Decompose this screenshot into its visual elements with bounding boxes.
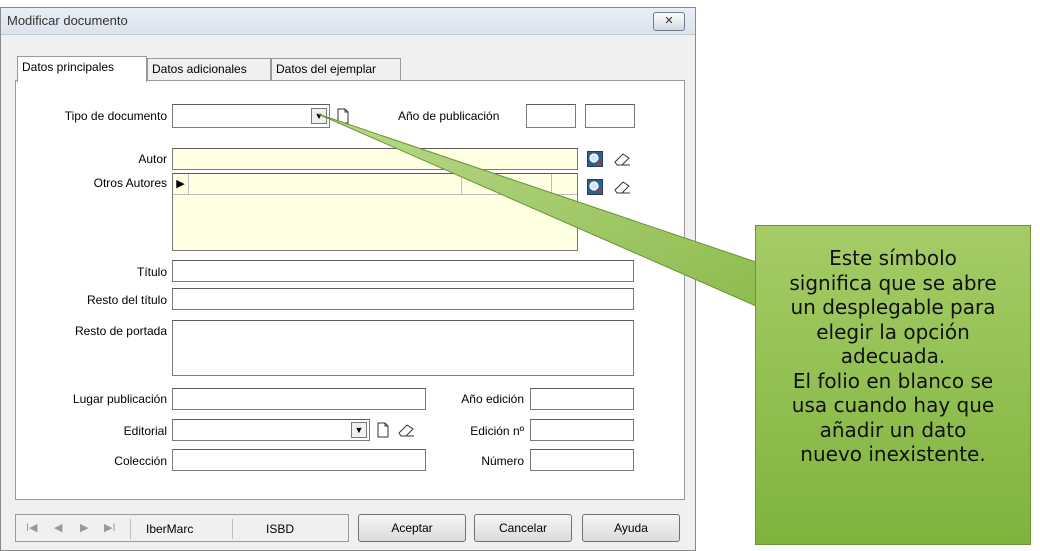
editorial-select[interactable]: ▼ [172, 419, 370, 441]
anio-publicacion-field-2[interactable] [585, 104, 635, 128]
coleccion-label: Colección [114, 454, 167, 468]
prev-record-icon[interactable]: ◀ [54, 521, 62, 534]
titulo-label: Título [136, 265, 167, 279]
title-bar: Modificar documento ✕ [1, 8, 695, 35]
last-record-icon[interactable]: ▶I [104, 521, 116, 534]
new-document-icon[interactable] [375, 420, 391, 440]
callout-line: un desplegable para [790, 295, 996, 319]
callout-text: Este símbolo significa que se abre un de… [756, 246, 1030, 467]
grid-column-divider [461, 174, 462, 195]
window-title: Modificar documento [7, 13, 128, 28]
otros-autores-label: Otros Autores [93, 176, 167, 190]
tab-datos-del-ejemplar[interactable]: Datos del ejemplar [271, 58, 401, 80]
new-document-icon[interactable] [335, 107, 351, 125]
autor-label: Autor [138, 152, 167, 166]
edicion-no-label: Edición nº [470, 424, 524, 438]
callout-box: Este símbolo significa que se abre un de… [755, 225, 1031, 545]
callout-line: añadir un dato [819, 417, 967, 442]
autor-field[interactable] [172, 148, 578, 170]
callout-line: El folio en blanco se [792, 368, 994, 393]
divider [232, 519, 233, 539]
eraser-icon[interactable] [612, 178, 632, 196]
grid-row[interactable] [173, 174, 577, 195]
resto-titulo-field[interactable] [172, 288, 634, 310]
callout-line: nuevo inexistente. [800, 442, 986, 466]
anio-edicion-label: Año edición [461, 392, 524, 406]
numero-field[interactable] [530, 449, 634, 471]
resto-portada-field[interactable] [172, 320, 634, 376]
tab-datos-principales[interactable]: Datos principales [17, 56, 147, 82]
numero-label: Número [481, 454, 524, 468]
search-icon[interactable] [586, 178, 604, 196]
tipo-documento-select[interactable]: ▼ [172, 104, 330, 128]
isbd-button[interactable]: ISBD [266, 522, 294, 536]
resto-portada-label: Resto de portada [74, 324, 167, 338]
eraser-icon[interactable] [396, 422, 416, 438]
edicion-no-field[interactable] [530, 419, 634, 441]
coleccion-field[interactable] [172, 449, 426, 471]
aceptar-button[interactable]: Aceptar [358, 514, 466, 542]
callout-line: adecuada. [840, 344, 946, 368]
eraser-icon[interactable] [612, 150, 632, 168]
anio-edicion-field[interactable] [530, 388, 634, 410]
ayuda-button[interactable]: Ayuda [582, 514, 680, 542]
row-pointer-icon: ▶ [173, 174, 189, 195]
callout-line: Este símbolo [829, 246, 957, 270]
bottom-toolbar: I◀ ◀ ▶ ▶I IberMarc ISBD Aceptar Cancelar… [15, 512, 683, 544]
resto-titulo-label: Resto del título [86, 293, 167, 307]
lugar-publicacion-label: Lugar publicación [72, 392, 167, 406]
chevron-down-icon[interactable]: ▼ [351, 422, 367, 438]
callout-line: elegir la opción [816, 319, 970, 344]
close-button[interactable]: ✕ [653, 12, 685, 31]
ibermarc-button[interactable]: IberMarc [146, 522, 193, 536]
otros-autores-grid[interactable]: ▶ [172, 173, 578, 251]
callout-line: usa cuando hay que [791, 393, 995, 417]
divider [130, 519, 131, 539]
anio-publicacion-label: Año de publicación [398, 109, 500, 123]
grid-column-divider [551, 174, 552, 195]
anio-publicacion-field-1[interactable] [526, 104, 576, 128]
search-icon[interactable] [586, 150, 604, 168]
first-record-icon[interactable]: I◀ [26, 521, 38, 534]
record-navigator: I◀ ◀ ▶ ▶I IberMarc ISBD [15, 514, 349, 542]
tipo-documento-label: Tipo de documento [64, 109, 167, 123]
next-record-icon[interactable]: ▶ [80, 521, 88, 534]
modificar-documento-window: Modificar documento ✕ Datos principales … [0, 7, 696, 551]
cancelar-button[interactable]: Cancelar [474, 514, 572, 542]
callout-line: significa que se abre [789, 270, 997, 295]
editorial-label: Editorial [123, 424, 167, 438]
lugar-publicacion-field[interactable] [172, 388, 426, 410]
chevron-down-icon[interactable]: ▼ [311, 108, 327, 124]
titulo-field[interactable] [172, 260, 634, 282]
tab-datos-adicionales[interactable]: Datos adicionales [147, 58, 271, 80]
